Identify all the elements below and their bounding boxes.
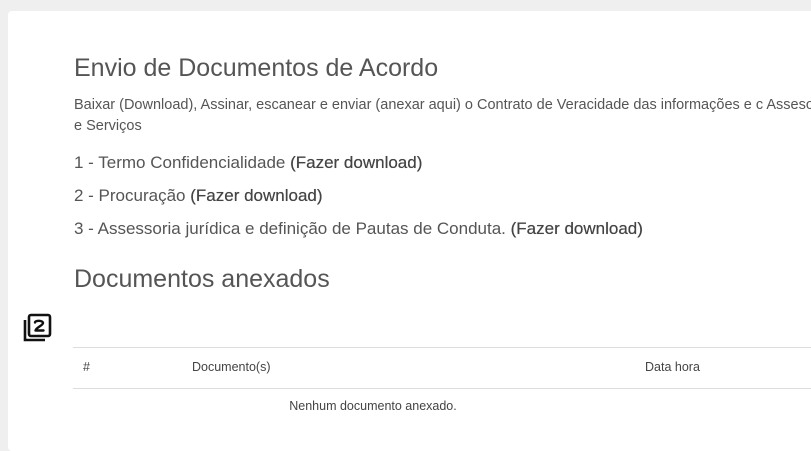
document-item-label: 3 - Assessoria jurídica e definição de P…	[74, 219, 511, 238]
document-item-label: 1 - Termo Confidencialidade	[74, 153, 291, 172]
document-item-3: 3 - Assessoria jurídica e definição de P…	[74, 219, 643, 239]
download-link-3[interactable]: (Fazer download)	[511, 219, 643, 238]
download-link-1[interactable]: (Fazer download)	[290, 153, 422, 172]
document-item-2: 2 - Procuração (Fazer download)	[74, 186, 323, 206]
document-item-1: 1 - Termo Confidencialidade (Fazer downl…	[74, 153, 422, 173]
section-description: Baixar (Download), Assinar, escanear e e…	[74, 97, 811, 134]
main-card: Envio de Documentos de Acordo Baixar (Do…	[8, 11, 811, 451]
empty-table-message: Nenhum documento anexado.	[289, 399, 457, 413]
column-header-document[interactable]: Documento(s)	[192, 360, 271, 374]
table-header: # Documento(s) Data hora	[73, 347, 811, 389]
download-link-2[interactable]: (Fazer download)	[190, 186, 322, 205]
page-title: Envio de Documentos de Acordo	[74, 54, 439, 82]
column-header-datetime[interactable]: Data hora	[645, 360, 700, 374]
filter-2-icon[interactable]	[23, 313, 53, 343]
column-header-number[interactable]: #	[83, 360, 90, 374]
attached-documents-title: Documentos anexados	[74, 265, 330, 293]
document-item-label: 2 - Procuração	[74, 186, 191, 205]
